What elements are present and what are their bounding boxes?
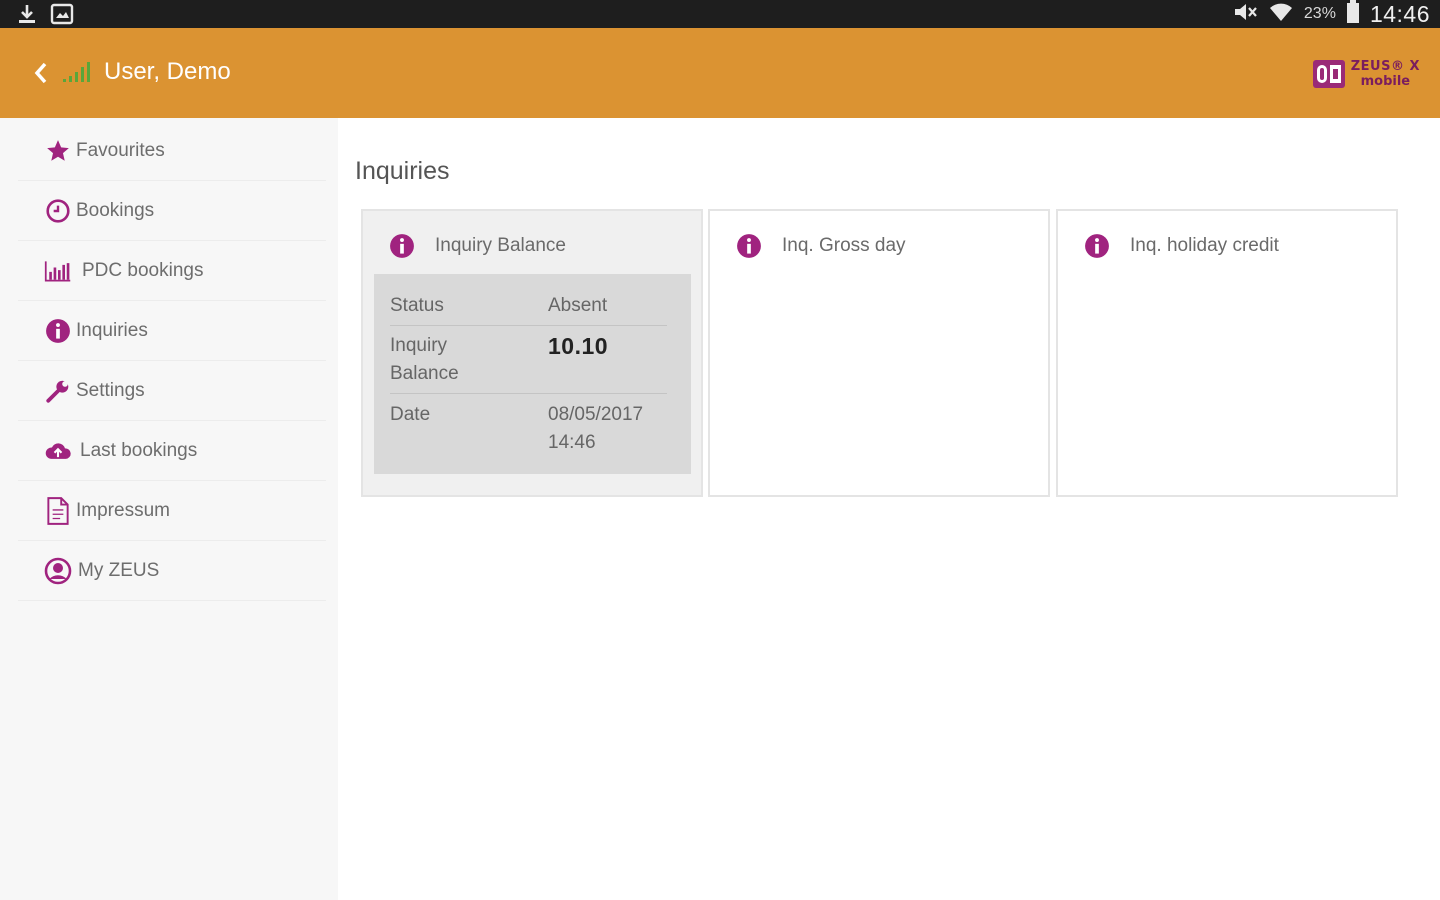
balance-label: Inquiry Balance: [390, 335, 459, 384]
battery-icon: [1346, 0, 1360, 29]
sidebar-item-inquiries[interactable]: Inquiries: [18, 301, 326, 361]
sidebar-item-label: PDC bookings: [82, 259, 204, 281]
balance-value: 10.10: [548, 333, 609, 359]
info-icon: [44, 317, 72, 345]
sidebar-item-label: Inquiries: [76, 319, 148, 341]
zeus-logo-icon: [1312, 60, 1345, 88]
sidebar-item-impressum[interactable]: Impressum: [18, 481, 326, 541]
divider: [390, 325, 667, 326]
star-icon: [44, 137, 72, 165]
screenshot-icon: [50, 3, 74, 30]
user-icon: [44, 557, 72, 585]
bar-chart-icon: [44, 257, 72, 285]
date-value: 08/05/2017 14:46: [548, 404, 644, 453]
info-icon: [1085, 234, 1109, 258]
document-icon: [44, 496, 72, 525]
sidebar-item-favourites[interactable]: Favourites: [18, 121, 326, 181]
clock-icon: [44, 197, 72, 225]
sidebar-item-last-bookings[interactable]: Last bookings: [18, 421, 326, 481]
sidebar-item-label: Favourites: [76, 139, 165, 161]
battery-percentage: 23%: [1303, 5, 1336, 22]
inquiry-result-panel: Status Absent Inquiry Balance 10.10 Date…: [374, 274, 691, 474]
card-title: Inq. Gross day: [782, 235, 906, 256]
status-bar: 23% 14:46: [0, 0, 1440, 28]
sidebar: Favourites Bookings PDC bookings Inquiri…: [0, 118, 338, 900]
chevron-left-icon: [34, 62, 47, 84]
card-title: Inquiry Balance: [435, 235, 566, 256]
status-label: Status: [390, 295, 444, 316]
sidebar-item-label: My ZEUS: [78, 559, 160, 581]
logo-line-1: ZEUS® X: [1350, 59, 1420, 74]
back-button[interactable]: [28, 59, 54, 87]
sidebar-item-bookings[interactable]: Bookings: [18, 181, 326, 241]
inquiry-card-gross-day[interactable]: Inq. Gross day: [708, 209, 1050, 497]
logo-line-2: mobile: [1360, 74, 1411, 89]
mute-icon: [1232, 1, 1258, 28]
wrench-icon: [44, 377, 72, 405]
wifi-icon: [1268, 1, 1294, 28]
info-icon: [737, 234, 761, 258]
sidebar-item-label: Bookings: [76, 199, 155, 221]
sidebar-item-settings[interactable]: Settings: [18, 361, 326, 421]
page-title: Inquiries: [355, 157, 450, 185]
info-icon: [390, 234, 414, 258]
status-value: Absent: [548, 295, 608, 316]
clock: 14:46: [1369, 0, 1430, 27]
card-title: Inq. holiday credit: [1130, 235, 1279, 256]
sidebar-item-pdc-bookings[interactable]: PDC bookings: [18, 241, 326, 301]
inquiry-card-holiday-credit[interactable]: Inq. holiday credit: [1056, 209, 1398, 497]
sidebar-item-label: Last bookings: [80, 439, 198, 461]
date-label: Date: [390, 404, 431, 425]
inquiry-card-balance[interactable]: Inquiry Balance Status Absent Inquiry Ba…: [361, 209, 703, 497]
app-bar: User, Demo ZEUS® X mobile: [0, 28, 1440, 118]
user-name: User, Demo: [104, 58, 231, 85]
download-icon: [16, 3, 38, 30]
signal-strength-icon: [63, 62, 90, 82]
zeus-logo: ZEUS® X mobile: [1311, 56, 1420, 92]
sidebar-item-my-zeus[interactable]: My ZEUS: [18, 541, 326, 601]
sidebar-item-label: Settings: [76, 379, 145, 401]
divider: [390, 393, 667, 394]
sidebar-item-label: Impressum: [76, 499, 170, 521]
cloud-upload-icon: [44, 437, 72, 465]
